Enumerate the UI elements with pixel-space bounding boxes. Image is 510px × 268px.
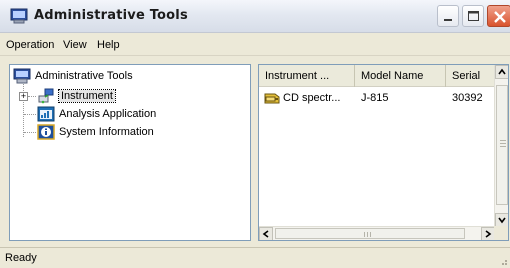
close-icon [494,11,506,23]
grip-line [500,140,506,141]
grip-line [500,146,506,147]
scroll-up-button[interactable] [495,65,508,79]
horizontal-scroll-thumb[interactable] [275,228,465,239]
tree-item-label: Analysis Application [59,108,157,120]
tree-connector-line [23,81,24,137]
resize-grip-icon[interactable] [498,256,508,266]
instrument-icon [38,88,54,104]
grip-line [367,232,368,237]
tree-connector-line [24,114,36,115]
chevron-right-icon [485,230,492,238]
tree-item-label: Administrative Tools [35,70,133,82]
cd-spectrometer-icon [264,93,280,104]
scroll-right-button[interactable] [481,227,495,240]
chevron-up-icon [498,68,506,75]
tree-item-analysis-application[interactable]: Analysis Application [37,105,156,123]
menu-operation[interactable]: Operation [6,39,54,51]
status-bar: Ready [0,247,510,268]
horizontal-scrollbar[interactable] [259,226,496,240]
minimize-button[interactable] [437,5,459,27]
tree-connector-line [24,132,36,133]
computer-icon [10,8,28,24]
scrollbar-corner [494,226,508,240]
minimize-icon [444,19,452,21]
table-row[interactable]: CD spectr... J-815 30392 [259,91,497,107]
chevron-left-icon [262,230,269,238]
analysis-application-icon [37,106,55,122]
cell-serial: 30392 [452,92,483,104]
menu-help[interactable]: Help [97,39,120,51]
grip-line [500,143,506,144]
scroll-left-button[interactable] [259,227,273,240]
title-bar[interactable]: Administrative Tools [0,0,510,33]
window-title: Administrative Tools [34,8,188,23]
tree-expand-toggle[interactable]: + [19,92,28,101]
cell-model-name: J-815 [361,92,389,104]
close-button[interactable] [487,5,510,27]
maximize-button[interactable] [462,5,484,27]
column-header-instrument[interactable]: Instrument ... [259,65,355,87]
scroll-down-button[interactable] [495,213,508,227]
vertical-scroll-thumb[interactable] [496,85,508,205]
tree-pane[interactable]: Administrative Tools + Instrument Analys… [9,64,251,241]
tree-item-administrative-tools[interactable]: Administrative Tools [13,67,133,85]
grip-line [370,232,371,237]
system-information-icon [37,124,55,140]
cell-instrument: CD spectr... [283,92,341,104]
administrative-tools-window: Administrative Tools Operation View Help [0,0,510,268]
column-header-model-name[interactable]: Model Name [355,65,446,87]
tree-item-instrument[interactable]: Instrument [37,87,116,105]
tree-connector-line [28,96,36,97]
menu-bar: Operation View Help [0,34,510,56]
vertical-scrollbar[interactable] [494,65,508,228]
tree-item-label: System Information [59,126,154,138]
list-pane[interactable]: Instrument ... Model Name Serial CD spec… [258,64,509,241]
menu-view[interactable]: View [63,39,87,51]
status-text: Ready [5,252,37,264]
chevron-down-icon [498,217,506,224]
tree-item-system-information[interactable]: System Information [37,123,154,141]
maximize-icon [468,11,479,21]
computer-icon [13,68,31,84]
grip-line [364,232,365,237]
tree-item-label: Instrument [58,89,116,103]
column-header-serial[interactable]: Serial [446,65,497,87]
list-header: Instrument ... Model Name Serial [259,65,497,87]
